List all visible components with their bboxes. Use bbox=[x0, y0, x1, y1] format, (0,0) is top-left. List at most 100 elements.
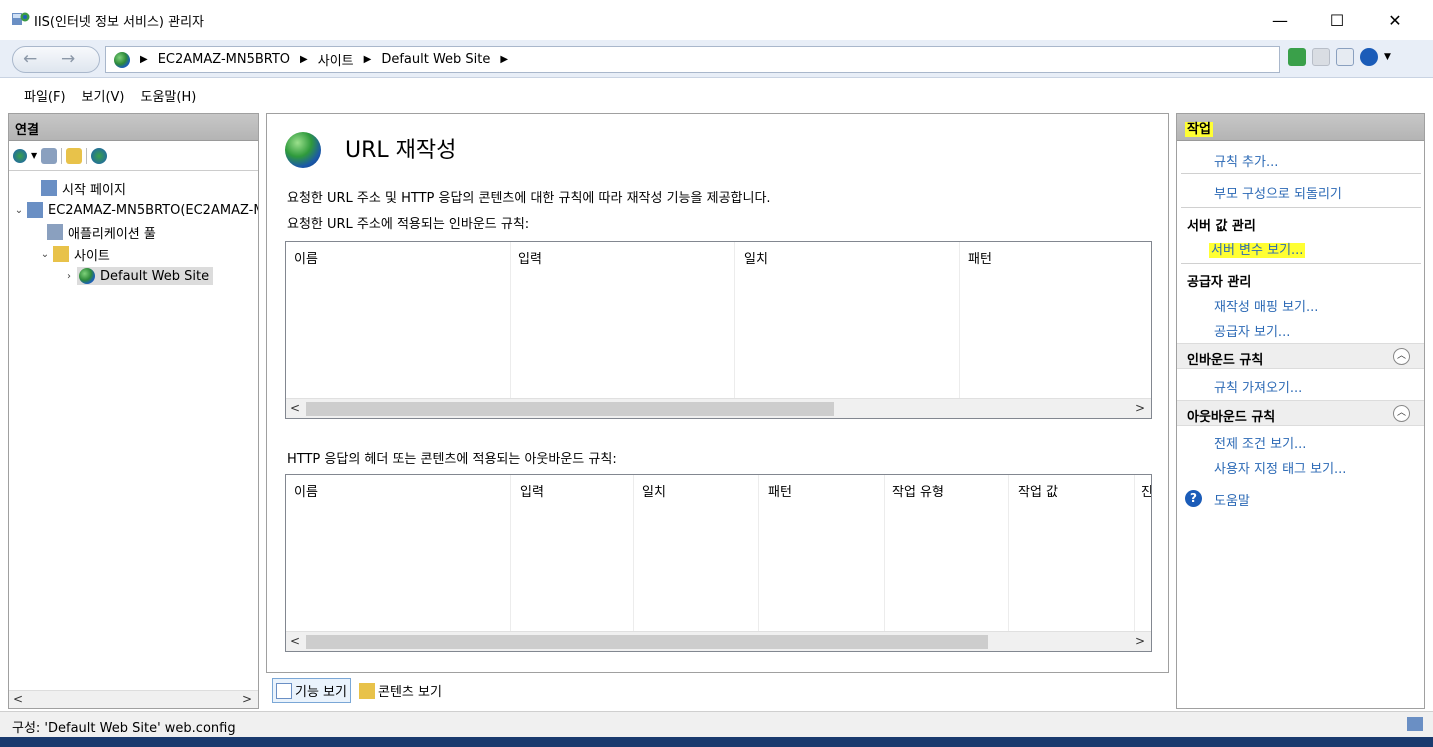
up-folder-icon[interactable] bbox=[66, 147, 83, 164]
title-bar: IIS(인터넷 정보 서비스) 관리자 — ☐ ✕ bbox=[0, 0, 1433, 40]
help-link[interactable]: 도움말 bbox=[1214, 490, 1250, 509]
crumb-separator-icon: ▶ bbox=[140, 54, 148, 65]
refresh-icon[interactable] bbox=[1288, 48, 1306, 66]
status-network-icon bbox=[1407, 717, 1423, 731]
back-arrow-icon[interactable]: ← bbox=[23, 49, 37, 69]
server-values-group: 서버 값 관리 bbox=[1187, 219, 1256, 234]
connect-icon[interactable] bbox=[13, 148, 27, 163]
app-pool-icon bbox=[47, 224, 63, 240]
connections-toolbar: ▼ bbox=[9, 141, 258, 171]
help-icon[interactable] bbox=[1360, 48, 1378, 66]
tree-item-server[interactable]: ⌄ EC2AMAZ-MN5BRTO(EC2AMAZ-MN5BRTO\Admini… bbox=[9, 199, 258, 221]
column-header-name[interactable]: 이름 bbox=[294, 481, 318, 500]
address-tools: ▼ bbox=[1288, 48, 1391, 66]
outbound-rules-grid[interactable]: 이름 입력 일치 패턴 작업 유형 작업 값 진 < > bbox=[285, 474, 1152, 652]
page-title: URL 재작성 bbox=[345, 138, 457, 163]
start-page-icon bbox=[41, 180, 57, 196]
tab-features-view[interactable]: 기능 보기 bbox=[272, 678, 351, 703]
scroll-right-icon[interactable]: > bbox=[242, 692, 252, 706]
column-header-pattern[interactable]: 패턴 bbox=[968, 248, 992, 267]
help-dropdown-icon[interactable]: ▼ bbox=[1384, 52, 1391, 62]
forward-arrow-icon[interactable]: → bbox=[61, 49, 75, 69]
column-header-match[interactable]: 일치 bbox=[642, 481, 666, 500]
view-custom-tags-link[interactable]: 사용자 지정 태그 보기... bbox=[1214, 458, 1346, 477]
toolbar-divider bbox=[61, 147, 63, 164]
view-rewrite-maps-link[interactable]: 재작성 매핑 보기... bbox=[1214, 296, 1318, 315]
expand-chevron-icon[interactable]: › bbox=[63, 271, 75, 282]
inbound-rules-section[interactable]: 인바운드 규칙 ︿ bbox=[1177, 343, 1424, 369]
scroll-thumb[interactable] bbox=[306, 402, 834, 416]
column-header-match[interactable]: 일치 bbox=[744, 248, 768, 267]
window-title: IIS(인터넷 정보 서비스) 관리자 bbox=[34, 15, 205, 30]
minimize-button[interactable]: — bbox=[1257, 4, 1303, 36]
tab-content-view[interactable]: 콘텐츠 보기 bbox=[355, 678, 446, 703]
scroll-left-icon[interactable]: < bbox=[290, 401, 300, 415]
status-bar: 구성: 'Default Web Site' web.config bbox=[0, 711, 1433, 737]
save-icon[interactable] bbox=[41, 147, 58, 164]
connect-dropdown-icon[interactable]: ▼ bbox=[31, 151, 37, 160]
connections-tree: 시작 페이지 ⌄ EC2AMAZ-MN5BRTO(EC2AMAZ-MN5BRTO… bbox=[9, 171, 258, 287]
close-button[interactable]: ✕ bbox=[1372, 4, 1418, 36]
outbound-rules-label: HTTP 응답의 헤더 또는 콘텐츠에 적용되는 아웃바운드 규칙: bbox=[287, 452, 617, 467]
menu-file[interactable]: 파일(F) bbox=[18, 82, 72, 109]
breadcrumb-site[interactable]: Default Web Site bbox=[381, 52, 490, 67]
tree-item-sites[interactable]: ⌄ 사이트 bbox=[9, 243, 258, 265]
tree-item-app-pools[interactable]: 애플리케이션 풀 bbox=[9, 221, 258, 243]
feature-panel: URL 재작성 요청한 URL 주소 및 HTTP 응답의 콘텐츠에 대한 규칙… bbox=[266, 113, 1169, 673]
collapse-chevron-icon[interactable]: ⌄ bbox=[13, 205, 25, 216]
help-icon[interactable]: ? bbox=[1185, 490, 1202, 507]
providers-group: 공급자 관리 bbox=[1187, 275, 1252, 290]
stop-icon[interactable] bbox=[1312, 48, 1330, 66]
view-preconditions-link[interactable]: 전제 조건 보기... bbox=[1214, 433, 1306, 452]
toolbar-divider bbox=[86, 147, 88, 164]
column-header-action-value[interactable]: 작업 값 bbox=[1018, 481, 1058, 500]
crumb-separator-icon[interactable]: ▶ bbox=[500, 54, 508, 65]
revert-to-parent-link[interactable]: 부모 구성으로 되돌리기 bbox=[1214, 183, 1342, 202]
breadcrumb-server[interactable]: EC2AMAZ-MN5BRTO bbox=[158, 52, 290, 67]
collapse-up-icon[interactable]: ︿ bbox=[1393, 348, 1410, 365]
collapse-chevron-icon[interactable]: ⌄ bbox=[39, 249, 51, 260]
features-view-icon bbox=[276, 682, 292, 699]
server-icon bbox=[27, 202, 43, 218]
globe-icon bbox=[79, 268, 95, 284]
outbound-rules-section[interactable]: 아웃바운드 규칙 ︿ bbox=[1177, 400, 1424, 426]
import-rules-link[interactable]: 규칙 가져오기... bbox=[1214, 377, 1302, 396]
view-server-variables-link[interactable]: 서버 변수 보기... bbox=[1209, 239, 1306, 258]
sites-folder-icon bbox=[53, 246, 69, 262]
column-header-name[interactable]: 이름 bbox=[294, 248, 318, 267]
scroll-right-icon[interactable]: > bbox=[1135, 401, 1145, 415]
maximize-button[interactable]: ☐ bbox=[1314, 4, 1360, 36]
crumb-separator-icon: ▶ bbox=[300, 54, 308, 65]
crumb-separator-icon: ▶ bbox=[363, 54, 372, 65]
inbound-rules-label: 요청한 URL 주소에 적용되는 인바운드 규칙: bbox=[287, 217, 530, 232]
column-header-pattern[interactable]: 패턴 bbox=[768, 481, 792, 500]
disconnect-icon[interactable] bbox=[91, 147, 108, 164]
scroll-right-icon[interactable]: > bbox=[1135, 634, 1145, 648]
menu-view[interactable]: 보기(V) bbox=[76, 82, 131, 109]
scroll-left-icon[interactable]: < bbox=[13, 692, 23, 706]
inbound-horizontal-scrollbar[interactable]: < > bbox=[286, 398, 1151, 418]
view-providers-link[interactable]: 공급자 보기... bbox=[1214, 321, 1290, 340]
connections-horizontal-scrollbar[interactable]: < > bbox=[9, 690, 258, 708]
scroll-thumb[interactable] bbox=[306, 635, 988, 649]
tree-item-start-page[interactable]: 시작 페이지 bbox=[9, 177, 258, 199]
menu-help[interactable]: 도움말(H) bbox=[135, 82, 203, 109]
selected-node[interactable]: Default Web Site bbox=[77, 267, 214, 285]
tree-item-default-web-site[interactable]: › Default Web Site bbox=[9, 265, 258, 287]
outbound-horizontal-scrollbar[interactable]: < > bbox=[286, 631, 1151, 651]
breadcrumb-sites[interactable]: 사이트 bbox=[318, 50, 354, 69]
collapse-up-icon[interactable]: ︿ bbox=[1393, 405, 1410, 422]
home-icon[interactable] bbox=[1336, 48, 1354, 66]
add-rule-link[interactable]: 규칙 추가... bbox=[1214, 151, 1278, 170]
column-header-input[interactable]: 입력 bbox=[518, 248, 542, 267]
inbound-rules-grid[interactable]: 이름 입력 일치 패턴 < > bbox=[285, 241, 1152, 419]
iis-app-icon bbox=[12, 11, 30, 27]
scroll-left-icon[interactable]: < bbox=[290, 634, 300, 648]
column-header-action-type[interactable]: 작업 유형 bbox=[892, 481, 944, 500]
column-header-truncated[interactable]: 진 bbox=[1141, 481, 1151, 500]
globe-icon bbox=[114, 51, 130, 68]
column-header-input[interactable]: 입력 bbox=[520, 481, 544, 500]
breadcrumb[interactable]: ▶ EC2AMAZ-MN5BRTO ▶ 사이트 ▶ Default Web Si… bbox=[105, 46, 1280, 73]
actions-header: 작업 bbox=[1177, 114, 1424, 141]
nav-buttons: ← → bbox=[12, 46, 100, 73]
